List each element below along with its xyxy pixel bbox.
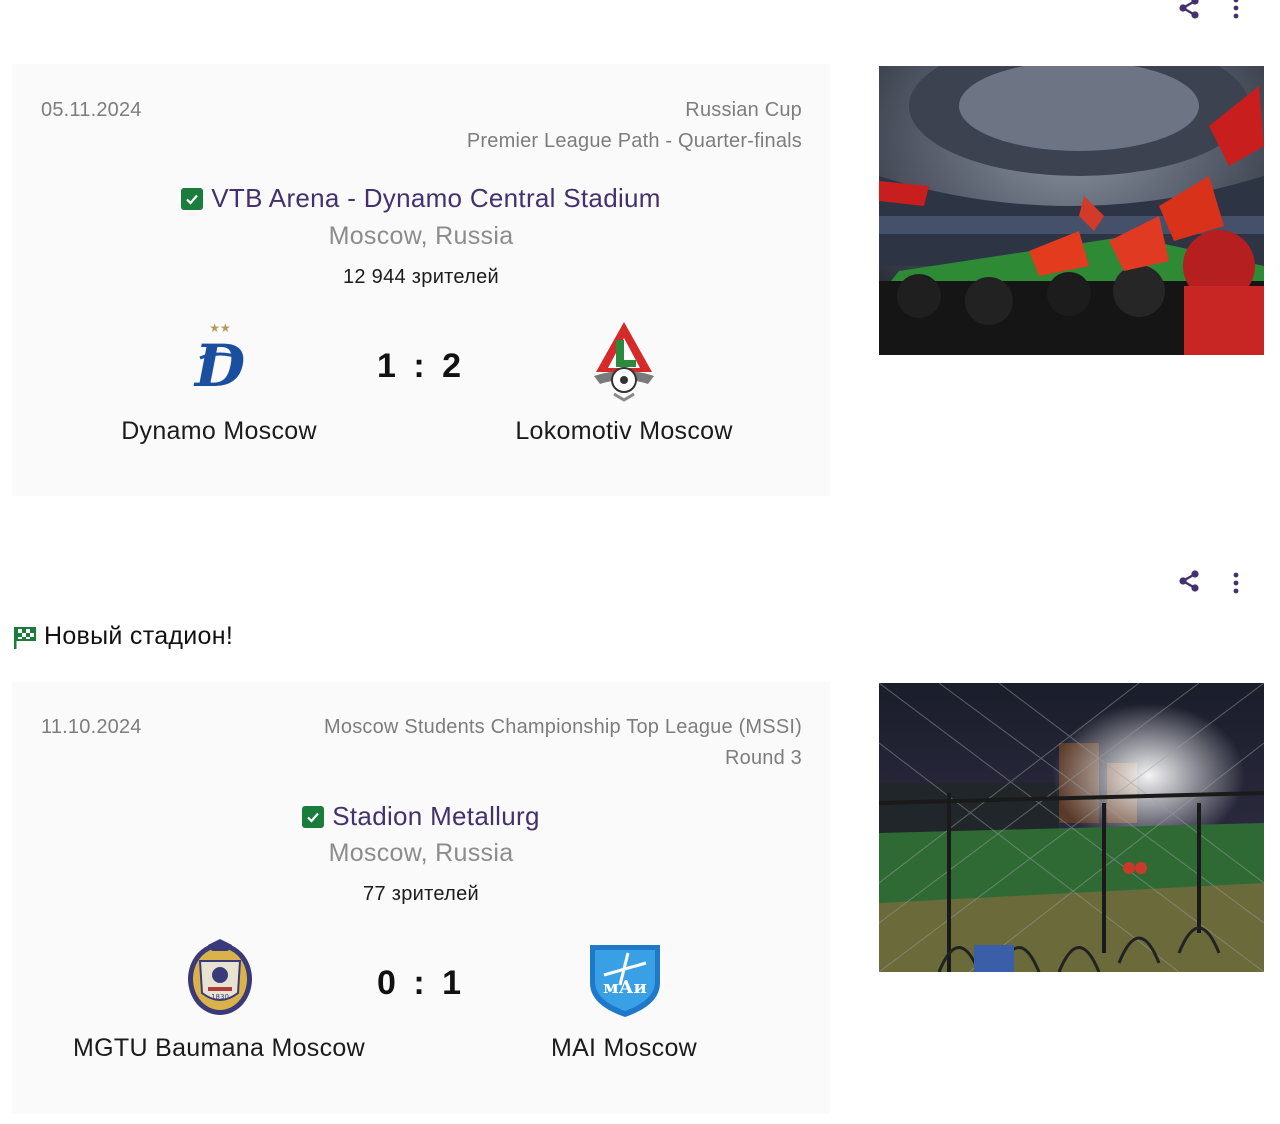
share-icon [1179,570,1199,592]
competition-info: Moscow Students Championship Top League … [324,712,802,774]
new-stadium-banner: Новый стадион! [12,622,233,651]
competition-name[interactable]: Russian Cup [467,95,802,126]
lokomotiv-logo[interactable] [590,320,658,402]
night-pitch-photo[interactable] [879,683,1264,972]
share-button[interactable] [1175,567,1203,595]
more-button[interactable] [1222,569,1250,597]
check-icon [302,805,325,828]
competition-stage: Round 3 [724,747,802,769]
venue-city: Moscow, Russia [328,222,514,250]
mai-logo[interactable]: мАи [584,939,666,1019]
more-vertical-icon [1233,572,1239,594]
competition-name[interactable]: Moscow Students Championship Top League … [324,712,802,743]
home-team-name[interactable]: Dynamo Moscow [9,417,429,446]
check-icon [181,187,204,210]
attendance: 77 зрителей [363,883,479,905]
competition-stage: Premier League Path - Quarter-finals [466,130,802,152]
checkered-flag-icon [14,626,36,649]
attendance: 12 944 зрителей [342,266,500,288]
match-date: 05.11.2024 [41,99,142,121]
away-team-name[interactable]: MAI Moscow [414,1034,834,1063]
mai-logo-text: мАи [603,977,647,998]
score: 0 : 1 [376,964,466,1002]
match-date: 11.10.2024 [41,716,142,738]
share-icon [1179,0,1199,19]
venue-row: VTB Arena - Dynamo Central Stadium [12,183,830,214]
venue-link[interactable]: VTB Arena - Dynamo Central Stadium [211,183,661,214]
competition-info: Russian Cup Premier League Path - Quarte… [467,95,802,157]
stadium-crowd-photo[interactable] [879,66,1264,355]
score: 1 : 2 [376,347,466,385]
venue-city: Moscow, Russia [328,839,514,867]
share-button[interactable] [1175,0,1203,22]
home-team-name[interactable]: MGTU Baumana Moscow [9,1034,429,1063]
more-vertical-icon [1233,0,1239,19]
venue-row: Stadion Metallurg [12,801,830,832]
away-team-name[interactable]: Lokomotiv Moscow [414,417,834,446]
new-stadium-label: Новый стадион! [44,622,234,650]
more-button[interactable] [1222,0,1250,22]
venue-link[interactable]: Stadion Metallurg [332,801,539,832]
